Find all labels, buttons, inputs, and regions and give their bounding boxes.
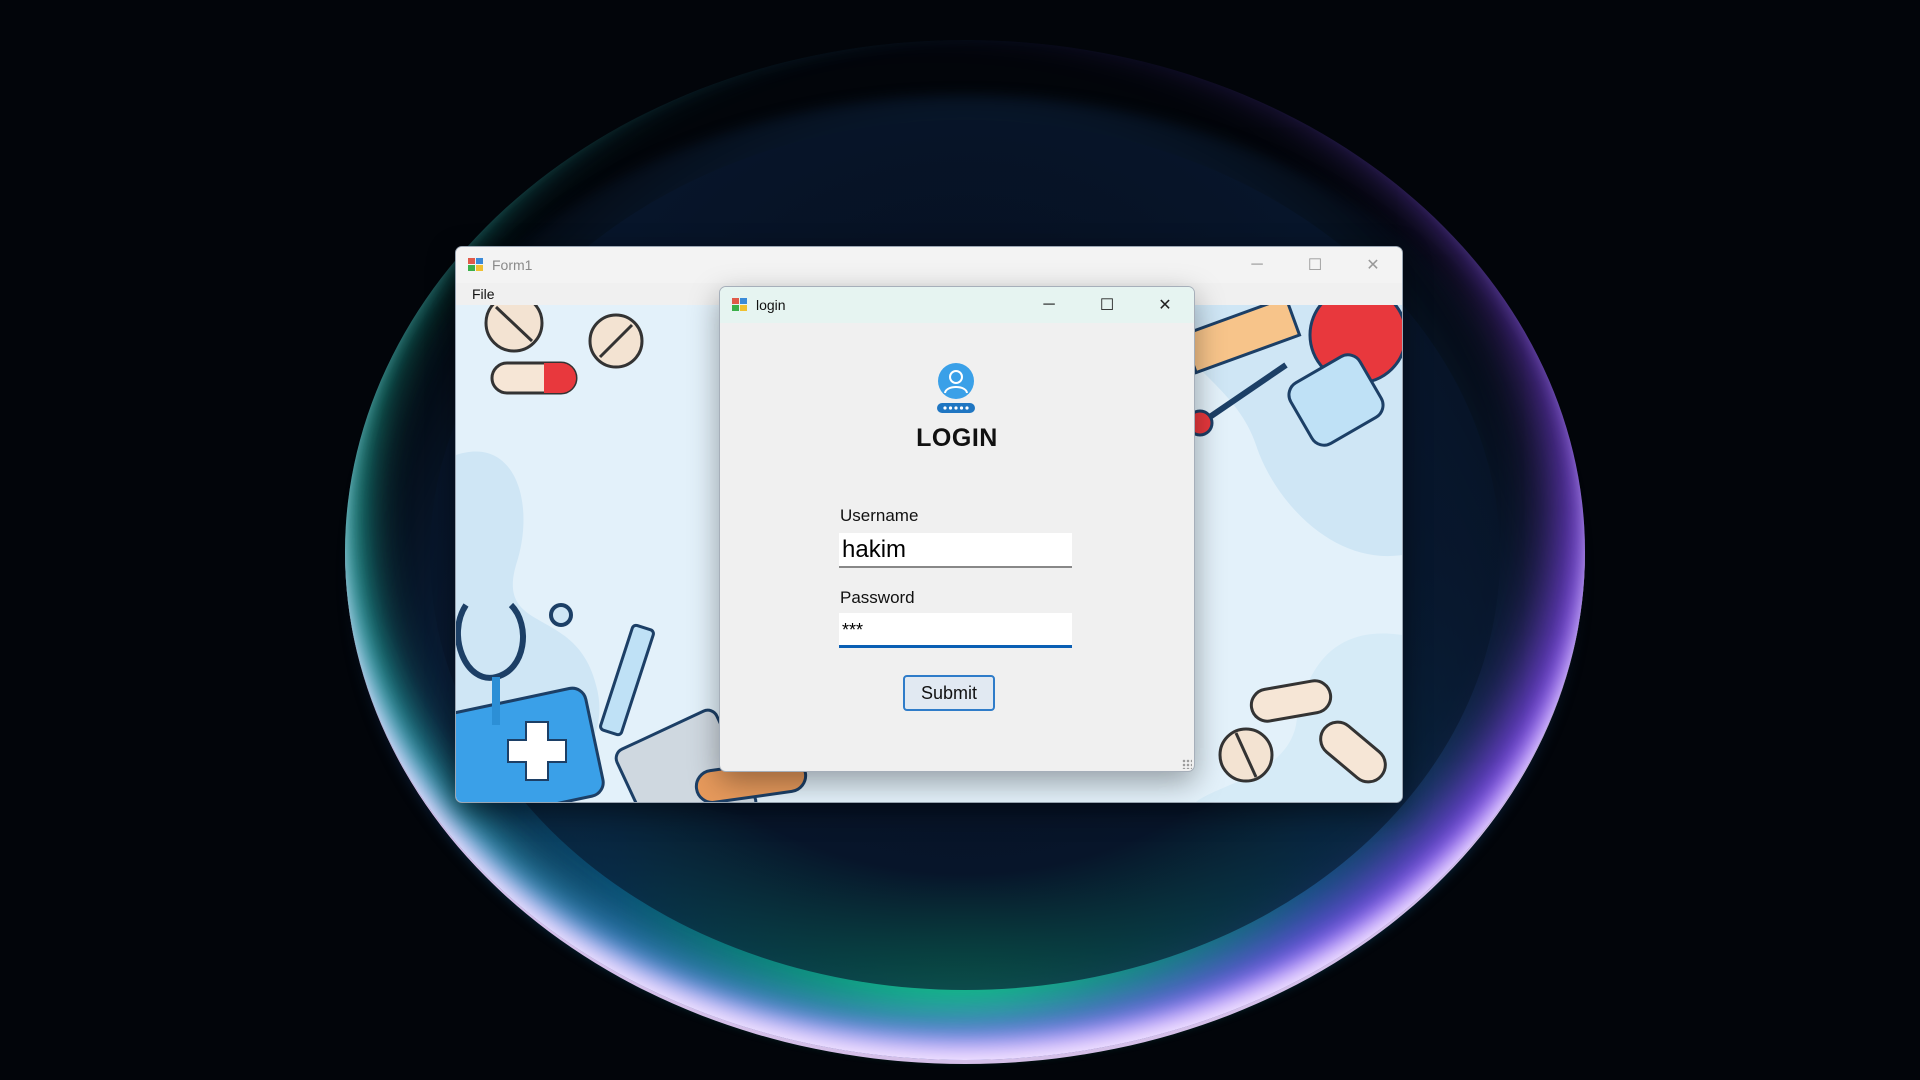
resize-grip-icon[interactable] xyxy=(1182,759,1192,769)
login-titlebar[interactable]: login ─ ☐ ✕ xyxy=(720,287,1194,323)
pill-round-1 xyxy=(484,305,544,353)
close-icon: ✕ xyxy=(1366,257,1380,274)
maximize-icon: ☐ xyxy=(1307,257,1323,274)
close-button[interactable]: ✕ xyxy=(1344,247,1402,283)
login-title: login xyxy=(756,297,786,313)
login-close-button[interactable]: ✕ xyxy=(1136,287,1194,323)
minimize-icon: ─ xyxy=(1043,296,1055,313)
login-minimize-button[interactable]: ─ xyxy=(1020,287,1078,323)
close-icon: ✕ xyxy=(1158,297,1172,314)
form1-title: Form1 xyxy=(492,257,533,273)
syringe xyxy=(599,623,655,737)
login-heading: LOGIN xyxy=(916,424,998,452)
login-maximize-button[interactable]: ☐ xyxy=(1078,287,1136,323)
login-app-icon xyxy=(732,298,748,312)
password-field[interactable]: *** xyxy=(839,613,1072,648)
user-avatar-icon xyxy=(937,363,975,413)
maximize-button[interactable]: ☐ xyxy=(1286,247,1344,283)
minimize-button[interactable]: ─ xyxy=(1228,247,1286,283)
app-icon xyxy=(468,258,484,272)
menu-file[interactable]: File xyxy=(466,286,501,302)
maximize-icon: ☐ xyxy=(1099,297,1115,314)
stethoscope-head xyxy=(549,603,573,627)
login-dialog: login ─ ☐ ✕ LOGIN Username hakim Passwor… xyxy=(719,286,1195,772)
username-field[interactable]: hakim xyxy=(839,533,1072,568)
capsule-1-half xyxy=(544,363,576,393)
username-label: Username xyxy=(840,506,919,525)
minimize-icon: ─ xyxy=(1251,256,1263,273)
form1-titlebar[interactable]: Form1 ─ ☐ ✕ xyxy=(456,247,1402,283)
password-label: Password xyxy=(840,588,915,607)
submit-button[interactable]: Submit xyxy=(903,675,995,711)
